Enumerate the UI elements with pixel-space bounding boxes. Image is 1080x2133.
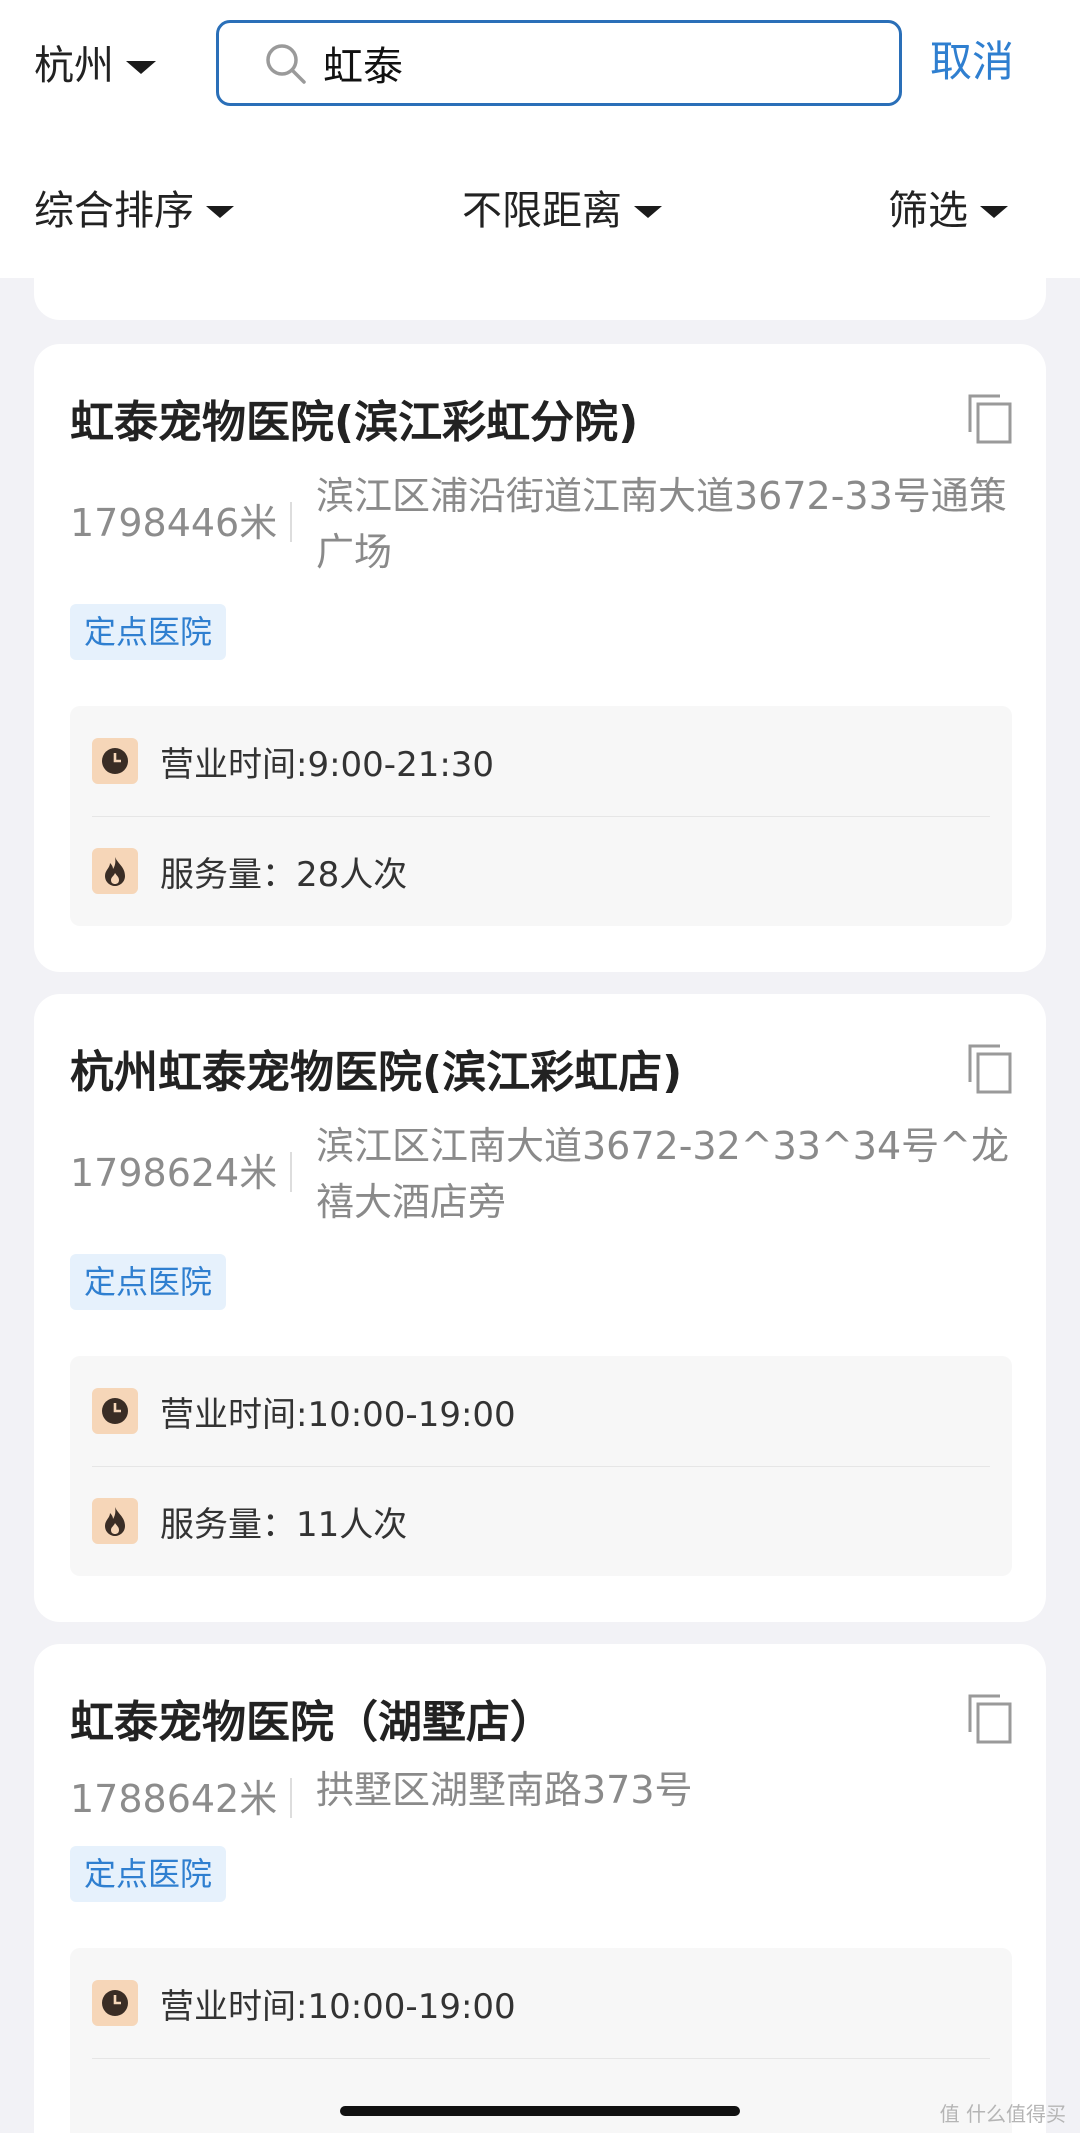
service-count-text: 服务量：11人次 <box>160 1504 408 1545</box>
address-text: 滨江区江南大道3672-32^33^34号^龙禧大酒店旁 <box>316 1124 1009 1224</box>
service-row: 服务量：28人次 <box>92 816 990 926</box>
distance-dropdown[interactable]: 不限距离 <box>462 172 662 242</box>
service-count-text: 服务量：28人次 <box>160 854 408 895</box>
clock-icon <box>92 1980 138 2026</box>
copy-icon[interactable] <box>966 1692 1016 1746</box>
caret-down-icon <box>206 206 234 218</box>
clock-icon <box>92 738 138 784</box>
caret-down-icon <box>980 206 1008 218</box>
caret-down-icon <box>634 206 662 218</box>
flame-icon <box>92 1498 138 1544</box>
filter-bar: 综合排序 不限距离 筛选 <box>0 172 1080 242</box>
copy-icon[interactable] <box>966 1042 1016 1096</box>
row-divider <box>92 2058 990 2059</box>
hospital-name: 杭州虹泰宠物医院(滨江彩虹店) <box>70 1047 683 1098</box>
home-indicator[interactable] <box>340 2106 740 2116</box>
hours-text: 营业时间:10:00-19:00 <box>160 1986 516 2027</box>
cancel-button[interactable]: 取消 <box>930 30 1014 94</box>
divider <box>290 502 292 542</box>
distance-filter-label: 不限距离 <box>462 188 622 234</box>
info-box: 营业时间:9:00-21:30 服务量：28人次 <box>70 706 1012 926</box>
city-label: 杭州 <box>34 43 114 89</box>
sort-dropdown[interactable]: 综合排序 <box>34 172 234 242</box>
top-bar: 杭州 取消 综合排序 不限距离 筛选 <box>0 0 1080 278</box>
result-card[interactable]: 虹泰宠物医院（湖墅店） 1788642米 拱墅区湖墅南路373号 定点医院 营业… <box>34 1644 1046 2133</box>
distance-text: 1798446米 <box>70 501 278 545</box>
divider <box>290 1152 292 1192</box>
hours-row: 营业时间:10:00-19:00 <box>92 1356 990 1466</box>
search-box[interactable] <box>216 20 902 106</box>
hospital-name: 虹泰宠物医院（湖墅店） <box>70 1697 554 1748</box>
caret-down-icon <box>126 60 156 74</box>
hospital-name: 虹泰宠物医院(滨江彩虹分院) <box>70 397 639 448</box>
info-box: 营业时间:10:00-19:00 服务量：11人次 <box>70 1356 1012 1576</box>
distance-text: 1798624米 <box>70 1151 278 1195</box>
designated-hospital-badge: 定点医院 <box>70 1254 227 1310</box>
hours-text: 营业时间:10:00-19:00 <box>160 1394 516 1435</box>
service-row: 服务量：11人次 <box>92 1466 990 1576</box>
filter-dropdown[interactable]: 筛选 <box>888 172 1008 242</box>
result-card[interactable]: 虹泰宠物医院(滨江彩虹分院) 1798446米 滨江区浦沿街道江南大道3672-… <box>34 344 1046 972</box>
hours-row: 营业时间:9:00-21:30 <box>92 706 990 816</box>
search-icon <box>266 44 306 84</box>
hours-text: 营业时间:9:00-21:30 <box>160 744 495 785</box>
divider <box>290 1778 292 1818</box>
designated-hospital-badge: 定点医院 <box>70 604 227 660</box>
clock-icon <box>92 1388 138 1434</box>
city-selector[interactable]: 杭州 <box>34 32 156 92</box>
address-text: 拱墅区湖墅南路373号 <box>316 1768 693 1812</box>
flame-icon <box>92 848 138 894</box>
search-input[interactable] <box>323 33 863 93</box>
result-card[interactable]: 杭州虹泰宠物医院(滨江彩虹店) 1798624米 滨江区江南大道3672-32^… <box>34 994 1046 1622</box>
hours-row: 营业时间:10:00-19:00 <box>92 1948 990 2058</box>
filter-label: 筛选 <box>888 188 968 234</box>
designated-hospital-badge: 定点医院 <box>70 1846 227 1902</box>
address-text: 滨江区浦沿街道江南大道3672-33号通策广场 <box>316 474 1007 574</box>
copy-icon[interactable] <box>966 392 1016 446</box>
sort-label: 综合排序 <box>34 188 194 234</box>
distance-text: 1788642米 <box>70 1777 278 1821</box>
watermark: 值 什么值得买 <box>939 2102 1066 2126</box>
